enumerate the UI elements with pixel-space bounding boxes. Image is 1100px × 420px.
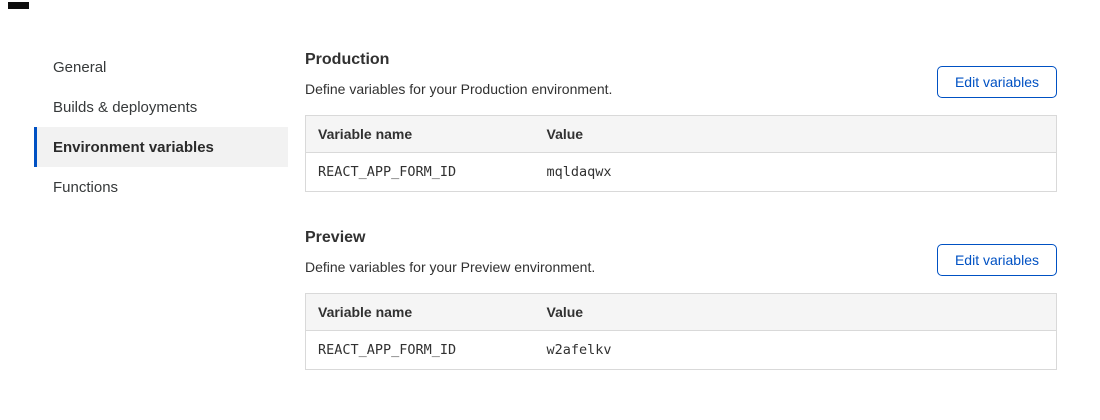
preview-section: Preview Define variables for your Previe… [305,228,1057,370]
settings-page: General Builds & deployments Environment… [0,0,1100,370]
variable-name-cell: REACT_APP_FORM_ID [306,153,535,192]
sidebar-item-label: Functions [53,179,118,196]
settings-sidebar: General Builds & deployments Environment… [34,47,288,207]
sidebar-item-general[interactable]: General [34,47,288,87]
environment-variables-content: Production Define variables for your Pro… [305,50,1057,370]
section-title-preview: Preview [305,228,595,248]
sidebar-item-label: General [53,59,106,76]
edit-variables-button-production[interactable]: Edit variables [937,66,1057,98]
table-header-row: Variable name Value [306,294,1057,331]
production-section: Production Define variables for your Pro… [305,50,1057,192]
column-header-value: Value [535,294,1057,331]
section-description-production: Define variables for your Production env… [305,80,612,98]
column-header-variable-name: Variable name [306,116,535,153]
sidebar-item-environment-variables[interactable]: Environment variables [34,127,288,167]
sidebar-item-label: Environment variables [53,139,214,156]
variable-value-cell: w2afelkv [535,331,1057,370]
table-row: REACT_APP_FORM_ID w2afelkv [306,331,1057,370]
sidebar-item-functions[interactable]: Functions [34,167,288,207]
table-row: REACT_APP_FORM_ID mqldaqwx [306,153,1057,192]
production-section-text: Production Define variables for your Pro… [305,50,612,98]
production-variables-table: Variable name Value REACT_APP_FORM_ID mq… [305,115,1057,192]
section-description-preview: Define variables for your Preview enviro… [305,258,595,276]
column-header-value: Value [535,116,1057,153]
preview-section-header: Preview Define variables for your Previe… [305,228,1057,276]
edit-variables-button-preview[interactable]: Edit variables [937,244,1057,276]
variable-value-cell: mqldaqwx [535,153,1057,192]
sidebar-item-label: Builds & deployments [53,99,197,116]
preview-variables-table: Variable name Value REACT_APP_FORM_ID w2… [305,293,1057,370]
preview-section-text: Preview Define variables for your Previe… [305,228,595,276]
browser-render-artifact [8,2,29,9]
variable-name-cell: REACT_APP_FORM_ID [306,331,535,370]
section-title-production: Production [305,50,612,70]
production-section-header: Production Define variables for your Pro… [305,50,1057,98]
table-header-row: Variable name Value [306,116,1057,153]
sidebar-item-builds-deployments[interactable]: Builds & deployments [34,87,288,127]
column-header-variable-name: Variable name [306,294,535,331]
